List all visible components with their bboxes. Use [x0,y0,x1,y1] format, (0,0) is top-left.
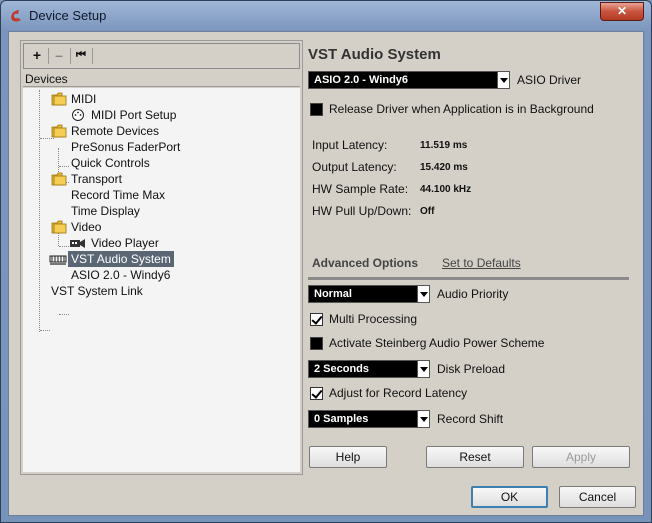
input-latency-value: 11.519 ms [420,140,468,151]
tree-item-asio-windy6[interactable]: ASIO 2.0 - Windy6 [71,267,170,283]
tree-item-label: Video [71,220,102,234]
set-to-defaults-link[interactable]: Set to Defaults [442,256,521,270]
tree-item-presonus-faderport[interactable]: PreSonus FaderPort [71,139,180,155]
device-setup-window: Device Setup ✕ + – ⏮ Devices MIDI MIDI P… [0,0,652,523]
tree-item-label: PreSonus FaderPort [71,140,181,154]
folder-icon [51,220,67,234]
tree-item-label: Quick Controls [71,156,150,170]
tree-connector [59,314,69,315]
settings-panel: VST Audio System ASIO 2.0 - Windy6 ASIO … [308,40,638,475]
toolbar-divider [70,48,71,64]
tree-item-record-time-max[interactable]: Record Time Max [71,187,165,203]
header-divider [23,86,300,87]
remove-device-button[interactable]: – [50,47,68,65]
midi-port-icon [72,109,84,121]
audio-priority-label: Audio Priority [437,287,509,301]
cubase-app-icon [11,10,21,22]
hw-sample-rate-label: HW Sample Rate: [312,182,409,196]
folder-icon [51,92,67,106]
device-list-panel: + – ⏮ Devices MIDI MIDI Port Setup Remot… [20,40,303,475]
tree-connector [40,138,54,139]
asio-driver-select[interactable]: ASIO 2.0 - Windy6 [308,71,510,89]
reset-button[interactable]: Reset [426,446,524,468]
toolbar-divider [48,48,49,64]
device-tree: MIDI MIDI Port Setup Remote Devices PreS… [23,88,300,472]
apply-button[interactable]: Apply [532,446,630,468]
record-shift-label: Record Shift [437,412,504,426]
advanced-options-label: Advanced Options [312,256,419,270]
tree-item-label: Time Display [71,204,140,218]
reset-device-button[interactable]: ⏮ [72,47,90,65]
asio-driver-value: ASIO 2.0 - Windy6 [314,74,409,86]
chevron-down-icon [417,286,429,302]
release-driver-checkbox[interactable] [310,103,323,116]
tree-item-label: MIDI [71,92,97,106]
tree-item-label: VST System Link [51,284,143,298]
hw-sample-rate-value: 44.100 kHz [420,184,472,195]
hw-pull-label: HW Pull Up/Down: [312,204,412,218]
audio-priority-select[interactable]: Normal [308,285,430,303]
adjust-latency-label: Adjust for Record Latency [329,386,468,400]
chevron-down-icon [497,72,509,88]
folder-icon [51,124,67,138]
hw-pull-value: Off [420,206,435,217]
tree-item-time-display[interactable]: Time Display [71,203,140,219]
help-button[interactable]: Help [309,446,387,468]
disk-preload-label: Disk Preload [437,362,506,376]
close-icon: ✕ [616,4,628,18]
disk-preload-value: 2 Seconds [314,363,370,375]
output-latency-value: 15.420 ms [420,162,468,173]
add-device-button[interactable]: + [28,47,46,65]
toolbar-divider [92,48,93,64]
disk-preload-stepper[interactable]: 2 Seconds [308,360,430,378]
steinberg-power-label: Activate Steinberg Audio Power Scheme [329,336,545,350]
device-toolbar: + – ⏮ [23,43,300,69]
asio-driver-label: ASIO Driver [517,73,582,87]
tree-connector [40,330,50,331]
close-button[interactable]: ✕ [600,2,644,21]
release-driver-label: Release Driver when Application is in Ba… [329,102,594,116]
output-latency-label: Output Latency: [312,160,397,174]
record-shift-stepper[interactable]: 0 Samples [308,410,430,428]
tree-connector [59,166,69,167]
stepper-icon [417,411,429,427]
tree-item-label: Transport [71,172,122,186]
tree-item-label: Remote Devices [71,124,160,138]
ok-button[interactable]: OK [471,486,548,508]
page-title: VST Audio System [308,46,441,63]
adjust-latency-checkbox[interactable] [310,387,323,400]
vst-audio-icon [49,255,67,265]
tree-item-vst-system-link[interactable]: VST System Link [51,283,143,299]
advanced-divider [308,277,629,280]
video-player-icon [70,239,85,248]
tree-connector [39,90,40,332]
steinberg-power-checkbox[interactable] [310,337,323,350]
window-title: Device Setup [29,8,107,23]
multi-processing-label: Multi Processing [329,312,418,326]
tree-item-label: Video Player [91,236,159,250]
tree-item-label: ASIO 2.0 - Windy6 [71,268,171,282]
stepper-icon [417,361,429,377]
tree-item-label: Record Time Max [71,188,166,202]
input-latency-label: Input Latency: [312,138,388,152]
dialog-body: + – ⏮ Devices MIDI MIDI Port Setup Remot… [8,31,644,516]
multi-processing-checkbox[interactable] [310,313,323,326]
devices-column-header: Devices [25,72,68,86]
tree-item-label: VST Audio System [68,251,174,267]
title-bar[interactable]: Device Setup ✕ [1,1,651,31]
tree-item-quick-controls[interactable]: Quick Controls [71,155,150,171]
tree-connector [59,246,69,247]
audio-priority-value: Normal [314,288,352,300]
record-shift-value: 0 Samples [314,413,369,425]
folder-icon [51,172,67,186]
cancel-button[interactable]: Cancel [559,486,636,508]
tree-item-label: MIDI Port Setup [91,108,177,122]
